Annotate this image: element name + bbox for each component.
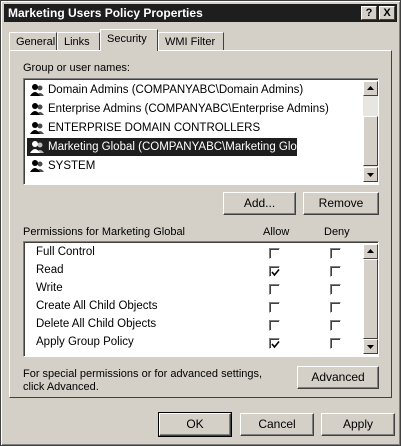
add-button[interactable]: Add...: [223, 192, 296, 215]
permission-name: Full Control: [36, 246, 95, 258]
scroll-up-button[interactable]: [363, 81, 378, 96]
tab-wmi-filter[interactable]: WMI Filter: [158, 32, 224, 50]
allow-checkbox[interactable]: [269, 248, 280, 259]
group-item-label: ENTERPRISE DOMAIN CONTROLLERS: [48, 122, 261, 134]
remove-button[interactable]: Remove: [303, 192, 379, 215]
permission-name: Read: [36, 264, 64, 276]
deny-checkbox[interactable]: [330, 266, 341, 277]
arrow-down-icon: [367, 345, 374, 349]
cancel-button[interactable]: Cancel: [240, 413, 314, 436]
deny-checkbox[interactable]: [330, 338, 341, 349]
perm-scroll-down-button[interactable]: [363, 339, 378, 354]
group-list-scrollbar[interactable]: [363, 81, 378, 182]
arrow-up-icon: [367, 249, 374, 253]
allow-checkbox[interactable]: [269, 302, 280, 313]
tab-links[interactable]: Links: [57, 32, 100, 50]
permissions-header: Permissions for Marketing Global: [23, 226, 186, 238]
group-item[interactable]: Enterprise Admins (COMPANYABC\Enterprise…: [27, 100, 357, 118]
close-icon: X: [383, 7, 391, 19]
group-item[interactable]: ENTERPRISE DOMAIN CONTROLLERS: [27, 119, 357, 137]
tab-security[interactable]: Security: [100, 29, 158, 51]
permissions-list[interactable]: Full Control Read Write Create All Child Ob…: [23, 241, 379, 357]
group-item-label: Domain Admins (COMPANYABC\Domain Admins): [48, 84, 304, 96]
arrow-down-icon: [367, 173, 374, 177]
help-button[interactable]: ?: [361, 6, 377, 20]
title-bar[interactable]: Marketing Users Policy Properties ? X: [4, 4, 397, 22]
perm-scroll-thumb[interactable]: [363, 259, 378, 339]
user-group-icon: [30, 159, 44, 172]
group-item-label: Marketing Global (COMPANYABC\Marketing G…: [48, 141, 316, 153]
ok-button[interactable]: OK: [158, 412, 232, 437]
group-item[interactable]: SYSTEM: [27, 157, 357, 175]
allow-checkbox[interactable]: [269, 320, 280, 331]
close-button[interactable]: X: [379, 6, 395, 20]
allow-checkbox[interactable]: [269, 266, 280, 277]
deny-checkbox[interactable]: [330, 248, 341, 259]
arrow-up-icon: [367, 86, 374, 90]
user-group-icon: [30, 140, 44, 153]
group-list-label: Group or user names:: [23, 62, 130, 74]
permission-name: Create All Child Objects: [36, 300, 158, 312]
allow-checkbox[interactable]: [269, 284, 280, 295]
advanced-button[interactable]: Advanced: [297, 366, 379, 389]
group-item-label: Enterprise Admins (COMPANYABC\Enterprise…: [48, 103, 329, 115]
window-title: Marketing Users Policy Properties: [8, 6, 203, 20]
group-item-label: SYSTEM: [48, 160, 96, 172]
deny-checkbox[interactable]: [330, 320, 341, 331]
advanced-hint: For special permissions or for advanced …: [23, 368, 263, 393]
allow-checkbox[interactable]: [269, 338, 280, 349]
group-item[interactable]: Marketing Global (COMPANYABC\Marketing G…: [27, 138, 316, 156]
permissions-scrollbar[interactable]: [363, 244, 378, 354]
allow-header: Allow: [263, 226, 290, 238]
properties-dialog: Marketing Users Policy Properties ? X Ge…: [0, 0, 401, 446]
scroll-thumb[interactable]: [363, 116, 378, 166]
deny-checkbox[interactable]: [330, 284, 341, 295]
permission-name: Apply Group Policy: [36, 336, 134, 348]
user-group-icon: [30, 121, 44, 134]
permission-name: Write: [36, 282, 63, 294]
deny-checkbox[interactable]: [330, 302, 341, 313]
help-icon: ?: [365, 7, 373, 19]
apply-button[interactable]: Apply: [321, 413, 395, 436]
scroll-down-button[interactable]: [363, 167, 378, 182]
tab-general[interactable]: General: [9, 32, 57, 50]
permission-name: Delete All Child Objects: [36, 318, 157, 330]
group-item[interactable]: Domain Admins (COMPANYABC\Domain Admins): [27, 81, 357, 99]
user-group-icon: [30, 83, 44, 96]
deny-header: Deny: [324, 226, 350, 238]
perm-scroll-up-button[interactable]: [363, 244, 378, 259]
group-list[interactable]: Domain Admins (COMPANYABC\Domain Admins)…: [23, 78, 379, 185]
user-group-icon: [30, 102, 44, 115]
